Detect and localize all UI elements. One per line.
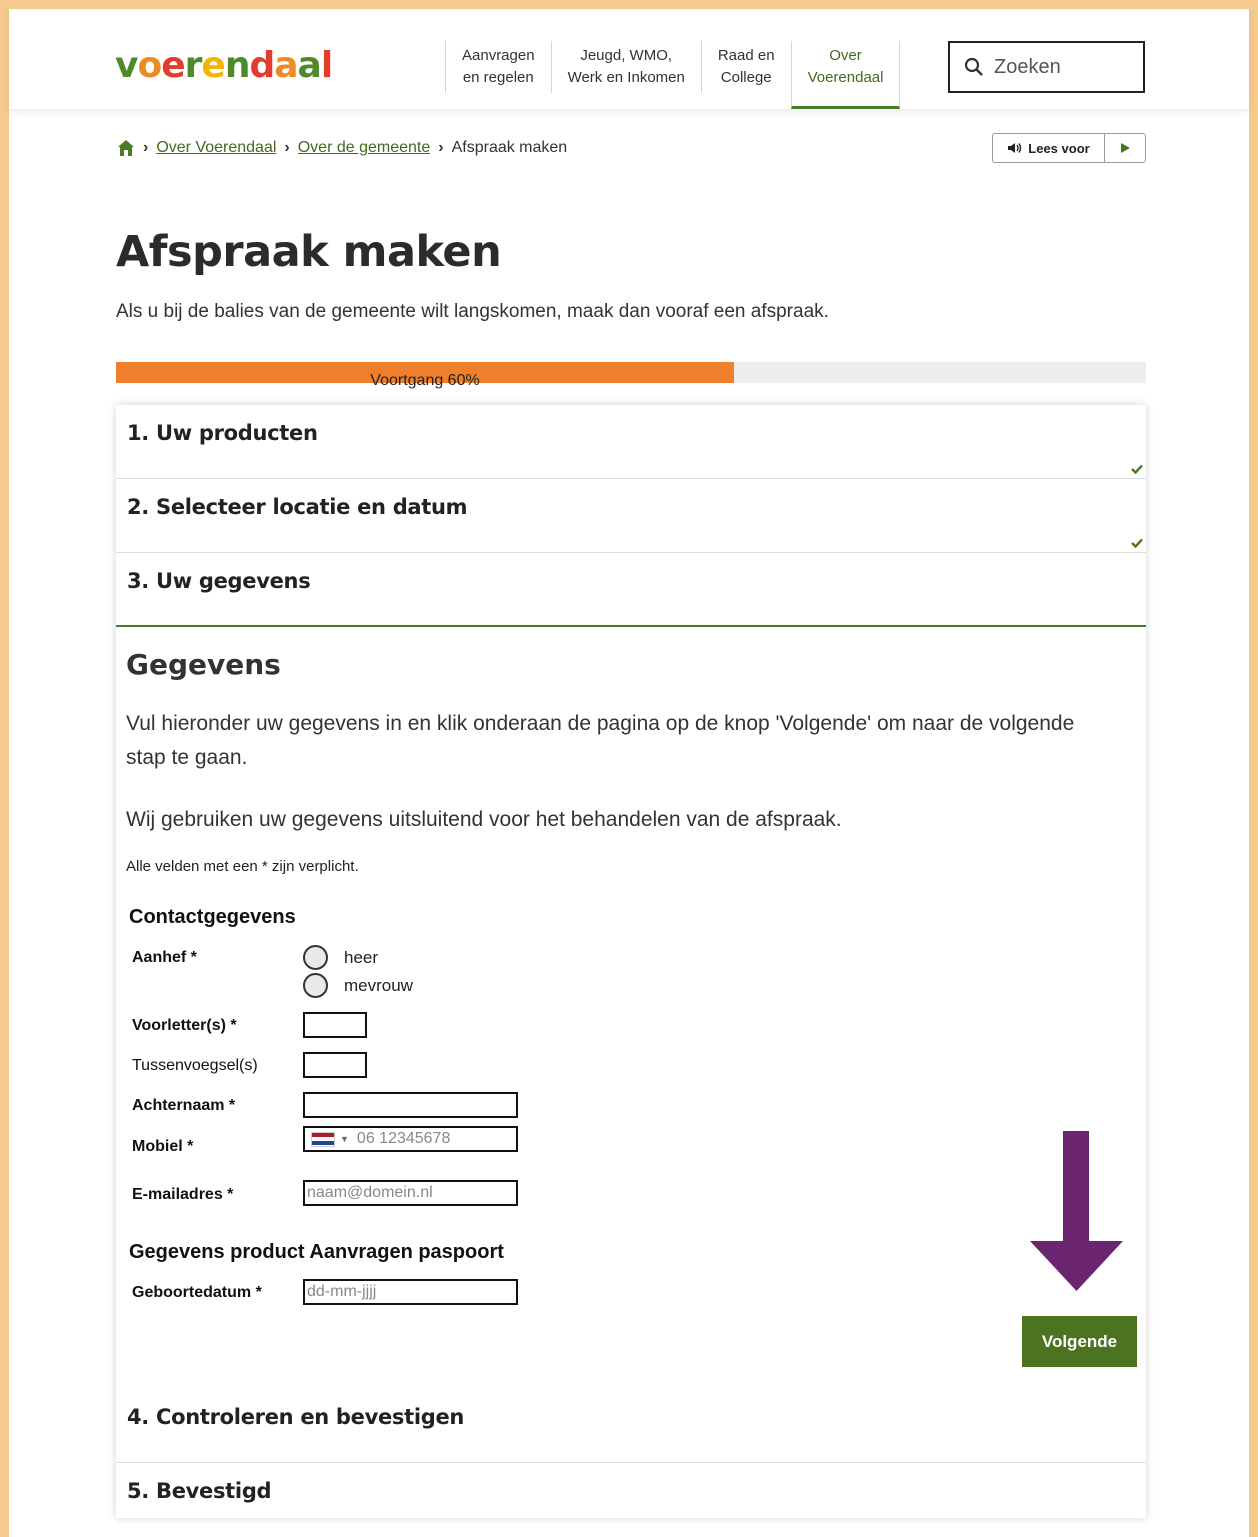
nav-label: Raad en bbox=[717, 47, 775, 64]
nav-label: Aanvragen bbox=[462, 47, 535, 64]
voorletters-input[interactable] bbox=[303, 1012, 367, 1038]
checkmark-icon bbox=[1131, 464, 1143, 474]
breadcrumb-link-over-de-gemeente[interactable]: Over de gemeente bbox=[298, 139, 431, 157]
search-box bbox=[948, 41, 1145, 93]
tussenvoegsel-input[interactable] bbox=[303, 1052, 367, 1078]
form-privacy-text: Wij gebruiken uw gegevens uitsluitend vo… bbox=[126, 808, 842, 831]
step-title: 1. Uw producten bbox=[127, 421, 318, 445]
required-note: Alle velden met een * zijn verplicht. bbox=[126, 858, 359, 875]
achternaam-input[interactable] bbox=[303, 1092, 518, 1118]
email-label: E-mailadres * bbox=[132, 1186, 234, 1203]
breadcrumb-link-over-voerendaal[interactable]: Over Voerendaal bbox=[156, 139, 276, 157]
voorletters-label: Voorletter(s) * bbox=[132, 1017, 237, 1034]
arrow-down-icon bbox=[1030, 1131, 1123, 1291]
step-controleren[interactable]: 4. Controleren en bevestigen bbox=[116, 1389, 1146, 1463]
main-nav: Aanvragen en regelen Jeugd, WMO, Werk en… bbox=[445, 41, 901, 109]
logo-letter: e bbox=[201, 45, 225, 86]
step-locatie-datum[interactable]: 2. Selecteer locatie en datum bbox=[116, 479, 1146, 553]
form-instructions: Vul hieronder uw gegevens in en klik ond… bbox=[126, 712, 1075, 769]
step-bevestigd[interactable]: 5. Bevestigd bbox=[116, 1463, 1146, 1537]
page-intro: Als u bij de balies van de gemeente wilt… bbox=[116, 301, 829, 322]
geboortedatum-label: Geboortedatum * bbox=[132, 1284, 262, 1301]
chevron-right-icon: › bbox=[438, 139, 444, 156]
nav-over-voerendaal[interactable]: Over Voerendaal bbox=[790, 41, 901, 109]
site-header: voerendaal Aanvragen en regelen Jeugd, W… bbox=[9, 9, 1249, 109]
geboortedatum-input[interactable] bbox=[303, 1279, 518, 1305]
voerendaal-logo[interactable]: voerendaal bbox=[115, 45, 333, 86]
nav-label: Jeugd, WMO, bbox=[580, 47, 673, 64]
readspeaker-widget: Lees voor bbox=[992, 133, 1146, 163]
step-title: 5. Bevestigd bbox=[127, 1479, 272, 1503]
read-aloud-label: Lees voor bbox=[1028, 140, 1090, 156]
home-icon[interactable] bbox=[117, 139, 135, 157]
nav-label: en regelen bbox=[462, 69, 534, 86]
nav-jeugd-wmo[interactable]: Jeugd, WMO, Werk en Inkomen bbox=[550, 41, 701, 93]
search-input[interactable] bbox=[994, 55, 1134, 79]
step-title: 4. Controleren en bevestigen bbox=[127, 1405, 465, 1429]
contact-section-title: Contactgegevens bbox=[129, 906, 296, 928]
nav-label: Werk en Inkomen bbox=[567, 69, 685, 86]
logo-letter: l bbox=[320, 45, 333, 86]
product-section-title: Gegevens product Aanvragen paspoort bbox=[129, 1241, 504, 1263]
achternaam-label: Achternaam * bbox=[132, 1097, 236, 1114]
nav-aanvragen[interactable]: Aanvragen en regelen bbox=[445, 41, 551, 93]
checkmark-icon bbox=[1131, 538, 1143, 548]
logo-letter: a bbox=[274, 45, 298, 86]
tussenvoegsel-label: Tussenvoegsel(s) bbox=[132, 1057, 258, 1074]
speaker-icon bbox=[1008, 143, 1022, 153]
steps-panel: 1. Uw producten 2. Selecteer locatie en … bbox=[116, 405, 1146, 1518]
page-title: Afspraak maken bbox=[116, 227, 502, 277]
caret-down-icon[interactable]: ▼ bbox=[340, 1134, 349, 1144]
radio-button[interactable] bbox=[303, 973, 328, 998]
email-input[interactable] bbox=[303, 1180, 518, 1206]
logo-letter: n bbox=[224, 45, 251, 86]
breadcrumb: › Over Voerendaal › Over de gemeente › A… bbox=[117, 139, 567, 157]
progress-bar: Voortgang 60% bbox=[116, 362, 1146, 389]
nav-raad-college[interactable]: Raad en College bbox=[700, 41, 791, 93]
breadcrumb-current: Afspraak maken bbox=[451, 139, 568, 156]
step-title: 2. Selecteer locatie en datum bbox=[127, 495, 468, 519]
logo-letter: o bbox=[137, 45, 162, 86]
netherlands-flag-icon[interactable] bbox=[311, 1131, 335, 1147]
mobiel-label: Mobiel * bbox=[132, 1138, 194, 1155]
logo-letter: r bbox=[184, 45, 203, 86]
progress-label: Voortgang 60% bbox=[370, 372, 480, 389]
radio-label: heer bbox=[344, 947, 379, 967]
play-icon bbox=[1121, 143, 1130, 153]
logo-letter: d bbox=[249, 45, 275, 86]
chevron-right-icon: › bbox=[284, 139, 290, 156]
search-icon[interactable] bbox=[964, 57, 984, 77]
read-aloud-button[interactable]: Lees voor bbox=[993, 134, 1105, 162]
nav-label: Over bbox=[829, 47, 862, 64]
mobile-field: ▼ bbox=[303, 1126, 518, 1152]
step-uw-producten[interactable]: 1. Uw producten bbox=[116, 405, 1146, 479]
aanhef-label: Aanhef * bbox=[132, 949, 197, 966]
mobile-input[interactable] bbox=[356, 1130, 507, 1148]
form-heading: Gegevens bbox=[126, 648, 281, 681]
nav-label: Voerendaal bbox=[807, 69, 884, 86]
next-button[interactable]: Volgende bbox=[1022, 1316, 1137, 1367]
step-uw-gegevens[interactable]: 3. Uw gegevens bbox=[116, 553, 1146, 627]
chevron-right-icon: › bbox=[143, 139, 149, 156]
radio-mevrouw[interactable]: mevrouw bbox=[303, 973, 413, 998]
radio-button[interactable] bbox=[303, 945, 328, 970]
play-button[interactable] bbox=[1105, 134, 1145, 162]
radio-label: mevrouw bbox=[344, 975, 413, 995]
page-frame: voerendaal Aanvragen en regelen Jeugd, W… bbox=[9, 9, 1249, 1537]
logo-letter: a bbox=[297, 45, 322, 86]
logo-letter: e bbox=[161, 45, 185, 86]
step-title: 3. Uw gegevens bbox=[127, 569, 311, 593]
radio-heer[interactable]: heer bbox=[303, 945, 378, 970]
nav-label: College bbox=[720, 69, 772, 86]
logo-letter: v bbox=[115, 45, 138, 86]
